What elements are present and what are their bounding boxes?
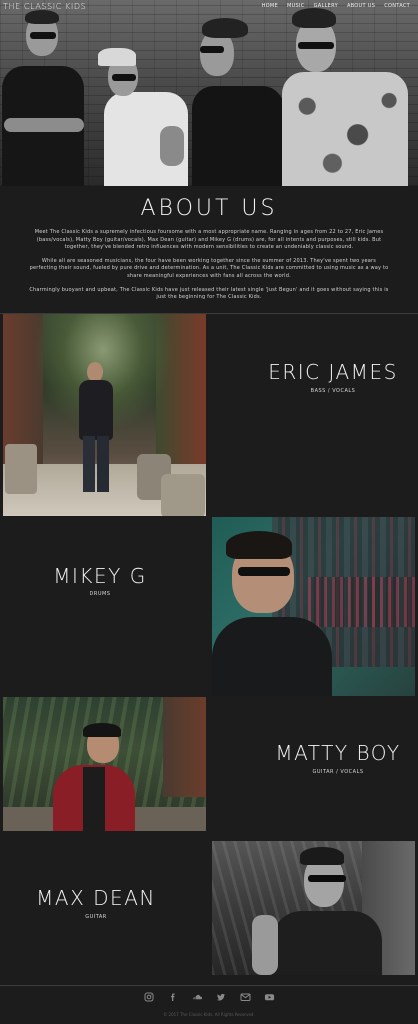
band-member-figure	[278, 0, 418, 186]
member-role: Guitar / Vocals	[312, 769, 364, 775]
about-paragraph: Charmingly buoyant and upbeat, The Class…	[29, 286, 389, 301]
twitter-icon[interactable]	[216, 991, 227, 1002]
member-photo-eric-james	[3, 314, 206, 516]
copyright: © 2017 The Classic Kids. All Rights Rese…	[163, 1012, 255, 1017]
nav-home[interactable]: Home	[262, 3, 278, 9]
social-links	[0, 991, 418, 1002]
member-name: Eric James	[268, 360, 398, 384]
nav-gallery[interactable]: Gallery	[314, 3, 338, 9]
instagram-icon[interactable]	[144, 991, 155, 1002]
member-role: Guitar	[85, 914, 107, 920]
nav-music[interactable]: Music	[287, 3, 305, 9]
nav-about-us[interactable]: About Us	[347, 3, 375, 9]
about-paragraph: While all are seasoned musicians, the fo…	[29, 257, 389, 279]
nav-contact[interactable]: Contact	[384, 3, 410, 9]
soundcloud-icon[interactable]	[192, 991, 203, 1002]
footer-divider	[0, 985, 418, 986]
site-title[interactable]: The Classic Kids	[3, 2, 86, 11]
member-name: Mikey G	[53, 564, 147, 588]
member-role: Bass / Vocals	[310, 388, 356, 394]
member-photo-matty-boy	[3, 697, 206, 831]
youtube-icon[interactable]	[264, 991, 275, 1002]
band-member-figure	[190, 0, 288, 186]
band-member-figure	[0, 0, 90, 186]
facebook-icon[interactable]	[168, 991, 179, 1002]
member-role: Drums	[89, 591, 111, 597]
band-member-figure	[98, 0, 190, 186]
email-icon[interactable]	[240, 991, 251, 1002]
page-title: About Us	[140, 196, 278, 221]
hero-band-photo: The Classic Kids Home Music Gallery Abou…	[0, 0, 418, 186]
about-text: Meet The Classic Kids a supremely infect…	[28, 229, 390, 308]
member-photo-max-dean	[212, 841, 415, 975]
about-paragraph: Meet The Classic Kids a supremely infect…	[34, 229, 384, 251]
member-name: Matty Boy	[275, 741, 401, 765]
member-photo-mikey-g	[212, 517, 415, 696]
member-name: Max Dean	[36, 886, 156, 910]
main-nav: Home Music Gallery About Us Contact	[262, 3, 410, 9]
